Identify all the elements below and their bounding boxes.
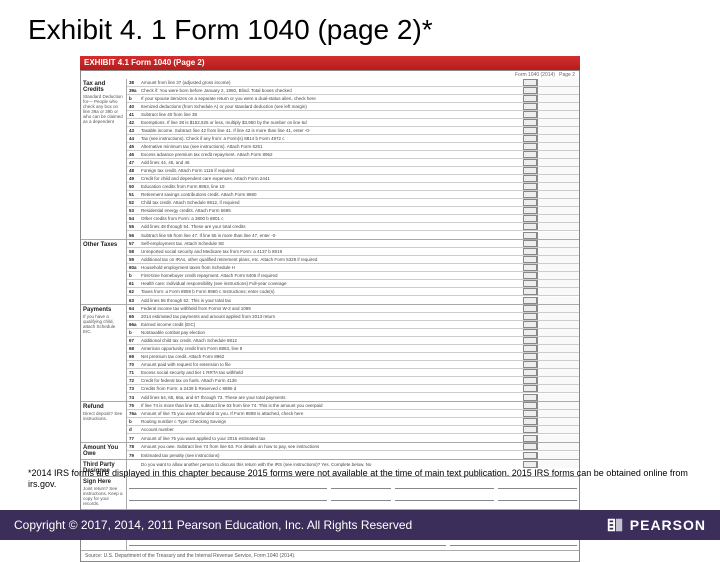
form-line: 76aAmount of line 75 you want refunded t…: [127, 410, 579, 418]
label-tax-credits: Tax and Credits: [83, 81, 105, 93]
form-line: 68American opportunity credit from Form …: [127, 345, 579, 353]
form-line: dAccount number: [127, 426, 579, 434]
form-line: 51Retirement savings contributions credi…: [127, 191, 579, 199]
copyright-bar: Copyright © 2017, 2014, 2011 Pearson Edu…: [0, 510, 720, 540]
source-line: Source: U.S. Department of the Treasury …: [81, 551, 579, 561]
sig-spouse: [129, 491, 327, 501]
form-line: 78Amount you owe. Subtract line 74 from …: [127, 443, 579, 451]
form-line: 652014 estimated tax payments and amount…: [127, 313, 579, 321]
sig-occ2: [395, 491, 494, 501]
pearson-text: PEARSON: [630, 517, 706, 533]
section-other-taxes: Other Taxes 57Self-employment tax. Attac…: [81, 240, 579, 305]
form-line: 79Estimated tax penalty (see instruction…: [127, 451, 579, 459]
form-line: 60aHousehold employment taxes from Sched…: [127, 264, 579, 272]
form-line: bNontaxable combat pay election: [127, 329, 579, 337]
sig-pin: [498, 491, 577, 501]
sub-payments: If you have a qualifying child, attach S…: [83, 315, 124, 335]
section-refund: RefundDirect deposit? See instructions. …: [81, 402, 579, 443]
form-line: 71Excess social security and tier 1 RRTA…: [127, 369, 579, 377]
form-line: 55Add lines 48 through 54. These are you…: [127, 223, 579, 231]
exhibit-header: EXHIBIT 4.1 Form 1040 (Page 2): [80, 56, 580, 70]
form-line: 49Credit for child and dependent care ex…: [127, 175, 579, 183]
form-line: 54Other credits from Form: a 3800 b 8801…: [127, 215, 579, 223]
form-line: 64Federal income tax withheld from Forms…: [127, 305, 579, 313]
pearson-icon: [606, 516, 624, 534]
section-amount-owe: Amount You Owe 78Amount you owe. Subtrac…: [81, 443, 579, 460]
form-line: 47Add lines 44, 45, and 46: [127, 159, 579, 167]
form-line: 62Taxes from: a Form 8959 b Form 8960 c …: [127, 288, 579, 296]
pearson-logo: PEARSON: [606, 516, 706, 534]
form-line: 72Credit for federal tax on fuels. Attac…: [127, 377, 579, 385]
form-line: 59Additional tax on IRAs, other qualifie…: [127, 256, 579, 264]
form-line: 66aEarned income credit (EIC): [127, 321, 579, 329]
footnote: *2014 IRS forms are displayed in this ch…: [28, 468, 692, 490]
form-line: bIf your spouse itemizes on a separate r…: [127, 95, 579, 103]
page-marker: Page 2: [559, 72, 575, 78]
form-line: 56Subtract line 55 from line 47. If line…: [127, 231, 579, 239]
sub-sign: Joint return? See instructions. Keep a c…: [83, 487, 124, 507]
form-line: Do you want to allow another person to d…: [127, 460, 579, 468]
form-line: 73Credits from Form: a 2439 b Reserved c…: [127, 385, 579, 393]
label-payments: Payments: [83, 307, 111, 313]
section-payments: Payments If you have a qualifying child, …: [81, 305, 579, 402]
form-line: 46Excess advance premium tax credit repa…: [127, 151, 579, 159]
label-other-taxes: Other Taxes: [83, 242, 117, 248]
sub-tax-credits: Standard Deduction for— People who check…: [83, 95, 124, 125]
form-line: 57Self-employment tax. Attach Schedule S…: [127, 240, 579, 248]
form-line: 48Foreign tax credit. Attach Form 1116 i…: [127, 167, 579, 175]
form-line: 40Itemized deductions (from Schedule A) …: [127, 103, 579, 111]
form-line: 61Health care: individual responsibility…: [127, 280, 579, 288]
form-line: 41Subtract line 40 from line 38: [127, 111, 579, 119]
form-line: bFirst-time homebuyer credit repayment. …: [127, 272, 579, 280]
form-line: 50Education credits from Form 8863, line…: [127, 183, 579, 191]
form-line: 58Unreported social security and Medicar…: [127, 248, 579, 256]
form-topline: Form 1040 (2014): [515, 72, 555, 78]
sub-refund: Direct deposit? See instructions.: [83, 412, 124, 422]
form-line: 63Add lines 56 through 62. This is your …: [127, 296, 579, 304]
form-line: 67Additional child tax credit. Attach Sc…: [127, 337, 579, 345]
form-line: 39aCheck if: You were born before Januar…: [127, 87, 579, 95]
form-line: 75If line 74 is more than line 63, subtr…: [127, 402, 579, 410]
form-line: bRouting number c Type: Checking Savings: [127, 418, 579, 426]
copyright-text: Copyright © 2017, 2014, 2011 Pearson Edu…: [14, 518, 412, 532]
form-line: 77Amount of line 75 you want applied to …: [127, 434, 579, 442]
form-line: 45Alternative minimum tax (see instructi…: [127, 143, 579, 151]
slide-title: Exhibit 4. 1 Form 1040 (page 2)*: [0, 0, 720, 46]
label-refund: Refund: [83, 404, 104, 410]
form-line: 43Taxable income. Subtract line 42 from …: [127, 127, 579, 135]
form-line: 53Residential energy credits. Attach For…: [127, 207, 579, 215]
form-line: 44Tax (see instructions). Check if any f…: [127, 135, 579, 143]
sig-date2: [331, 491, 390, 501]
form-line: 70Amount paid with request for extension…: [127, 361, 579, 369]
label-amount-owe: Amount You Owe: [83, 445, 118, 457]
form-line: 69Net premium tax credit. Attach Form 89…: [127, 353, 579, 361]
form-line: 42Exemptions. If line 38 is $152,525 or …: [127, 119, 579, 127]
form-1040-image: EXHIBIT 4.1 Form 1040 (Page 2) Form 1040…: [80, 56, 580, 456]
form-line: 52Child tax credit. Attach Schedule 8812…: [127, 199, 579, 207]
form-line: 74Add lines 64, 65, 66a, and 67 through …: [127, 393, 579, 401]
form-line: 38Amount from line 37 (adjusted gross in…: [127, 79, 579, 87]
section-tax-credits: Tax and Credits Standard Deduction for— P…: [81, 79, 579, 240]
